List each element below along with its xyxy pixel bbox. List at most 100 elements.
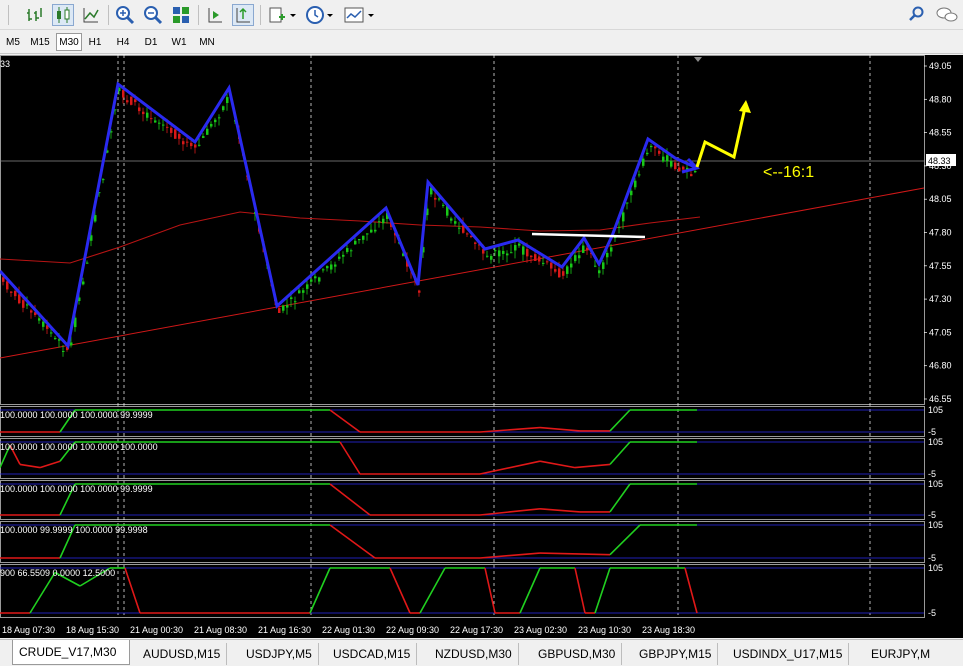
chart-shift-button[interactable]	[232, 4, 254, 26]
candle-body	[334, 264, 337, 267]
candle-body	[190, 142, 193, 147]
candle-body	[26, 304, 29, 306]
candle-body	[610, 247, 613, 252]
projection-line	[695, 102, 748, 168]
candle-body	[22, 300, 25, 308]
indicator-curve-segment	[309, 567, 331, 614]
candlestick-icon	[57, 7, 70, 23]
indicator-curve-segment	[539, 426, 581, 432]
candle-body	[450, 218, 453, 221]
timeframe-bar: M5 M15 M30 H1 H4 D1 W1 MN	[0, 30, 963, 54]
timeframe-m15[interactable]: M15	[26, 33, 54, 51]
candle-body	[370, 229, 373, 233]
candle-body	[354, 240, 357, 245]
tab-usdjpy[interactable]: USDJPY,M5	[240, 643, 319, 665]
timeframe-d1[interactable]: D1	[140, 33, 162, 51]
time-axis-label: 22 Aug 17:30	[450, 625, 503, 635]
candle-body	[358, 239, 361, 241]
candle-body	[194, 144, 197, 148]
time-axis-label: 18 Aug 07:30	[2, 625, 55, 635]
indicator-level-high-label: 105	[928, 479, 943, 489]
time-axis-label: 18 Aug 15:30	[66, 625, 119, 635]
indicator-curve-segment	[684, 567, 698, 614]
indicator-level-low-label: -5	[928, 427, 936, 437]
tab-gbpjpy[interactable]: GBPJPY,M15	[633, 643, 719, 665]
candle-body	[494, 250, 497, 252]
search-button[interactable]	[906, 4, 928, 26]
candle-body	[350, 250, 353, 252]
tab-gbpusd[interactable]: GBPUSD,M30	[532, 643, 623, 665]
periodicity-button[interactable]	[304, 4, 336, 26]
candle-body	[70, 342, 73, 346]
projection-arrowhead	[739, 100, 751, 113]
candle-body	[278, 308, 281, 313]
chart-window[interactable]: <--16:1 49.0548.8048.5548.3048.0547.8047…	[0, 55, 963, 638]
candle-body	[534, 254, 537, 261]
candle-body	[146, 112, 149, 118]
new-order-button[interactable]	[266, 4, 298, 26]
tab-audusd[interactable]: AUDUSD,M15	[137, 643, 228, 665]
candle-body	[318, 277, 321, 282]
timeframe-m30[interactable]: M30	[56, 33, 82, 51]
zoom-out-icon	[144, 6, 163, 25]
candle-body	[62, 350, 65, 352]
indicator-curve-segment	[609, 524, 641, 556]
indicator-level-low-label: -5	[928, 510, 936, 520]
candle-body	[314, 276, 317, 279]
chart-canvas[interactable]: <--16:1 49.0548.8048.5548.3048.0547.8047…	[0, 55, 963, 638]
candle-body	[122, 90, 125, 98]
zoom-in-icon	[116, 6, 135, 25]
candle-body	[530, 255, 533, 258]
candle-body	[678, 167, 681, 172]
indicator-level-high-label: 105	[928, 563, 943, 573]
indicator-curve-segment	[539, 460, 576, 469]
candle-body	[102, 179, 105, 181]
chat-button[interactable]	[934, 4, 960, 26]
timeframe-h4[interactable]: H4	[112, 33, 134, 51]
toolbar-separator	[108, 5, 109, 25]
line-chart-button[interactable]	[80, 4, 102, 26]
candle-body	[566, 266, 569, 274]
tab-usdcad[interactable]: USDCAD,M15	[327, 643, 418, 665]
timeframe-w1[interactable]: W1	[168, 33, 190, 51]
new-order-icon	[269, 7, 296, 23]
candle-body	[418, 290, 421, 293]
tab-usdindx[interactable]: USDINDX_U17,M15	[727, 643, 850, 665]
template-button[interactable]	[342, 4, 378, 26]
tab-eurjpy[interactable]: EURJPY,M	[865, 643, 936, 665]
time-axis-label: 21 Aug 16:30	[258, 625, 311, 635]
candle-body	[130, 96, 133, 105]
ratio-annotation: <--16:1	[763, 164, 814, 181]
autoscroll-button[interactable]	[204, 4, 226, 26]
candle-body	[362, 235, 365, 240]
tab-nzdusd[interactable]: NZDUSD,M30	[429, 643, 519, 665]
candle-body	[166, 126, 169, 128]
chart-shift-icon	[236, 7, 250, 23]
candlestick-button[interactable]	[52, 4, 74, 26]
candle-body	[178, 134, 181, 139]
chart-shift-marker[interactable]	[694, 57, 702, 62]
candle-body	[142, 111, 145, 115]
tile-windows-button[interactable]	[170, 4, 192, 26]
bar-chart-button[interactable]	[24, 4, 46, 26]
indicator-curve-segment	[519, 567, 541, 614]
candle-body	[6, 281, 9, 290]
time-axis-label: 23 Aug 18:30	[642, 625, 695, 635]
timeframe-h1[interactable]: H1	[84, 33, 106, 51]
price-axis-label: 47.80	[929, 228, 952, 238]
price-axis-label: 46.55	[929, 394, 952, 404]
tab-crude[interactable]: CRUDE_V17,M30	[12, 640, 130, 665]
indicator-curve-segment	[329, 483, 371, 516]
timeframe-mn[interactable]: MN	[194, 33, 220, 51]
indicator-curve-segment	[124, 567, 141, 614]
candle-body	[542, 262, 545, 264]
zoom-in-button[interactable]	[114, 4, 136, 26]
symbol-price-label: 33	[0, 59, 10, 69]
timeframe-m5[interactable]: M5	[2, 33, 24, 51]
zoom-out-button[interactable]	[142, 4, 164, 26]
candle-body	[150, 118, 153, 120]
indicator-curve-segment	[329, 409, 361, 433]
candle-body	[338, 256, 341, 259]
main-toolbar	[0, 0, 963, 30]
price-axis-label: 48.80	[929, 94, 952, 104]
